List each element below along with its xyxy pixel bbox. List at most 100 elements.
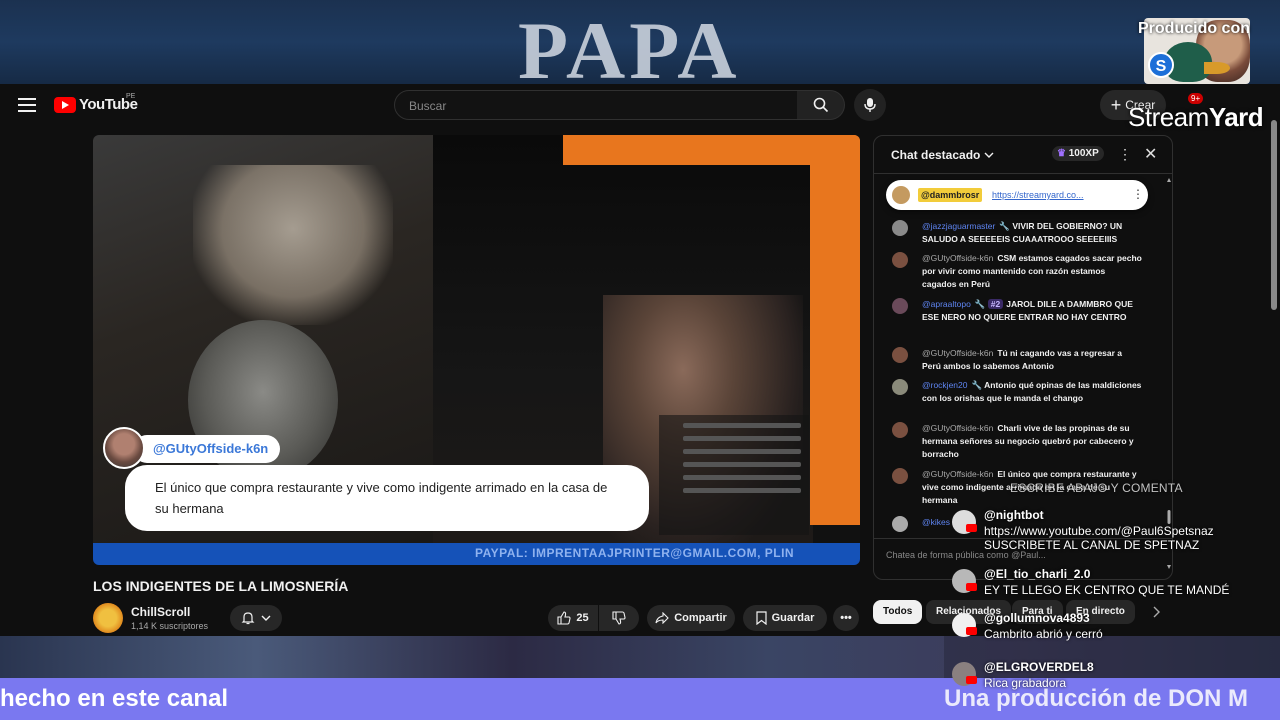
chat-scrollbar[interactable] xyxy=(1167,176,1171,571)
chat-message-body: @apraaltopo 🔧 #2 JAROL DILE A DAMMBRO QUE … xyxy=(922,298,1142,324)
search-placeholder: Buscar xyxy=(409,99,447,113)
xp-badge-label: 100XP xyxy=(1068,148,1099,159)
subscription-bell-button[interactable] xyxy=(230,605,282,631)
overlay-chat-avatar xyxy=(952,569,977,593)
pinned-message[interactable]: @dammbrosr https://streamyard.co... ⋮ xyxy=(886,180,1148,210)
overlay-chat-text: https://www.youtube.com/@Paul6Spetsnaz S… xyxy=(984,524,1214,552)
channel-avatar[interactable] xyxy=(93,603,123,633)
chat-message: @apraaltopo 🔧 #2 JAROL DILE A DAMMBRO QUE … xyxy=(892,298,1142,324)
chat-message-body: @GUtyOffside-k6n Tú ni cagando vas a regr… xyxy=(922,347,1142,373)
wrench-icon: 🔧 xyxy=(971,380,985,390)
voice-search-button[interactable] xyxy=(854,89,886,121)
chat-username[interactable]: @GUtyOffside-k6n xyxy=(922,423,993,433)
chat-username[interactable]: @rockjen20 xyxy=(922,380,967,390)
plus-icon: + xyxy=(1110,94,1122,115)
close-icon[interactable]: ✕ xyxy=(1144,144,1157,164)
overlay-chat-username: @El_tio_charli_2.0 xyxy=(984,567,1091,581)
bookmark-icon xyxy=(755,611,767,625)
overlay-message: El único que compra restaurante y vive c… xyxy=(125,465,649,531)
save-button[interactable]: Guardar xyxy=(743,605,827,631)
thumbs-down-icon xyxy=(612,611,626,625)
chat-message: @GUtyOffside-k6n Tú ni cagando vas a regr… xyxy=(892,347,1142,373)
video-ticker-text: PAYPAL: IMPRENTAAJPRINTER@GMAIL.COM, PLI… xyxy=(475,546,795,560)
chevron-down-icon xyxy=(984,152,994,158)
save-label: Guardar xyxy=(771,612,815,624)
chat-avatar[interactable] xyxy=(892,379,908,395)
search-button[interactable] xyxy=(797,90,845,120)
youtube-platform-icon xyxy=(966,627,977,635)
more-actions-button[interactable]: ••• xyxy=(833,605,859,631)
xp-badge[interactable]: ♛ 100XP xyxy=(1052,146,1104,161)
subscriber-count: 1,14 K suscriptores xyxy=(131,621,209,631)
overlay-avatar xyxy=(103,427,145,469)
chat-message-body: @GUtyOffside-k6n Charli vive de las propi… xyxy=(922,422,1142,461)
chat-message-body: @GUtyOffside-k6n CSM estamos cagados saca… xyxy=(922,252,1142,291)
bell-icon xyxy=(241,612,255,625)
chevron-right-icon[interactable] xyxy=(1152,606,1160,618)
overlay-chat-avatar xyxy=(952,510,977,534)
chat-title: Chat destacado xyxy=(891,148,981,162)
chat-avatar[interactable] xyxy=(892,422,908,438)
channel-name[interactable]: ChillScroll xyxy=(131,605,190,619)
search-input[interactable]: Buscar xyxy=(394,90,798,120)
dislike-button[interactable] xyxy=(599,605,639,631)
chat-username[interactable]: @GUtyOffside-k6n xyxy=(922,253,993,263)
chat-username[interactable]: @apraaltopo xyxy=(922,299,971,309)
share-button[interactable]: Compartir xyxy=(647,605,735,631)
s-logo-icon: S xyxy=(1148,52,1174,78)
wrench-icon: 🔧 xyxy=(999,221,1013,231)
youtube-logo[interactable]: YouTube PE xyxy=(54,93,138,113)
bottom-left-text: hecho en este canal xyxy=(0,685,229,712)
chat-avatar[interactable] xyxy=(892,516,908,532)
streamyard-logo: StreamYard xyxy=(1128,102,1264,133)
wrench-icon: 🔧 xyxy=(974,299,988,309)
page-scrollbar[interactable] xyxy=(1268,84,1280,636)
overlay-chat-avatar xyxy=(952,662,977,686)
stream-top-banner: PAPA xyxy=(0,0,1280,84)
crown-icon: ♛ xyxy=(1057,148,1066,159)
chat-avatar[interactable] xyxy=(892,347,908,363)
overlay-chat-text: Cambrito abrió y cerró xyxy=(984,627,1103,641)
share-label: Compartir xyxy=(674,612,727,624)
streamyard-brand-b: Yard xyxy=(1208,102,1264,132)
chat-message: @rockjen20 🔧 Antonio qué opinas de las ma… xyxy=(892,379,1142,405)
chat-avatar[interactable] xyxy=(892,468,908,484)
more-horizontal-icon: ••• xyxy=(840,612,852,624)
video-lamp xyxy=(193,165,393,325)
chip-all[interactable]: Todos xyxy=(873,600,923,624)
like-button[interactable]: 25 xyxy=(548,605,598,631)
pinned-link[interactable]: https://streamyard.co... xyxy=(992,190,1084,200)
chat-rank-badge: #2 xyxy=(987,299,1004,309)
page-scrollbar-thumb[interactable] xyxy=(1271,120,1277,310)
chat-mode-selector[interactable]: Chat destacado xyxy=(891,148,994,162)
chat-message: @jazzjaguarmaster 🔧 VIVIR DEL GOBIERNO? U… xyxy=(892,220,1142,246)
menu-icon[interactable] xyxy=(18,98,36,112)
microphone-icon xyxy=(864,98,876,112)
chat-username[interactable]: @GUtyOffside-k6n xyxy=(922,469,993,479)
chat-avatar[interactable] xyxy=(892,252,908,268)
producer-label: Producido con xyxy=(1138,20,1250,37)
pinned-username: @dammbrosr xyxy=(918,188,983,202)
region-code: PE xyxy=(126,93,136,100)
youtube-header: YouTube PE Buscar + Crear 9+ xyxy=(0,84,1280,128)
youtube-platform-icon xyxy=(966,676,977,684)
overlay-chat-text: EY TE LLEGO EK CENTRO QUE TE MANDÉ xyxy=(984,583,1230,597)
chat-avatar[interactable] xyxy=(892,220,908,236)
duck-bill-icon xyxy=(1204,62,1230,74)
chat-message: @GUtyOffside-k6n Charli vive de las propi… xyxy=(892,422,1142,461)
chat-header: Chat destacado ♛ 100XP ⋮ ✕ xyxy=(874,136,1172,174)
chat-avatar[interactable] xyxy=(892,298,908,314)
pinned-avatar xyxy=(892,186,910,204)
chat-options-icon[interactable]: ⋮ xyxy=(1118,146,1132,163)
chat-username[interactable]: @kikes xyxy=(922,517,950,527)
overlay-username: @GUtyOffside-k6n xyxy=(133,435,281,463)
share-icon xyxy=(655,612,669,624)
pinned-options-icon[interactable]: ⋮ xyxy=(1132,187,1144,201)
overlay-chat-username: @nightbot xyxy=(984,508,1044,522)
overlay-chat-username: @ELGROVERDEL8 xyxy=(984,660,1094,674)
video-embedded-chat xyxy=(659,415,809,535)
chat-username[interactable]: @GUtyOffside-k6n xyxy=(922,348,993,358)
video-player[interactable]: @GUtyOffside-k6n El único que compra res… xyxy=(93,135,860,565)
chat-message: @GUtyOffside-k6n CSM estamos cagados saca… xyxy=(892,252,1142,291)
chat-username[interactable]: @jazzjaguarmaster xyxy=(922,221,995,231)
